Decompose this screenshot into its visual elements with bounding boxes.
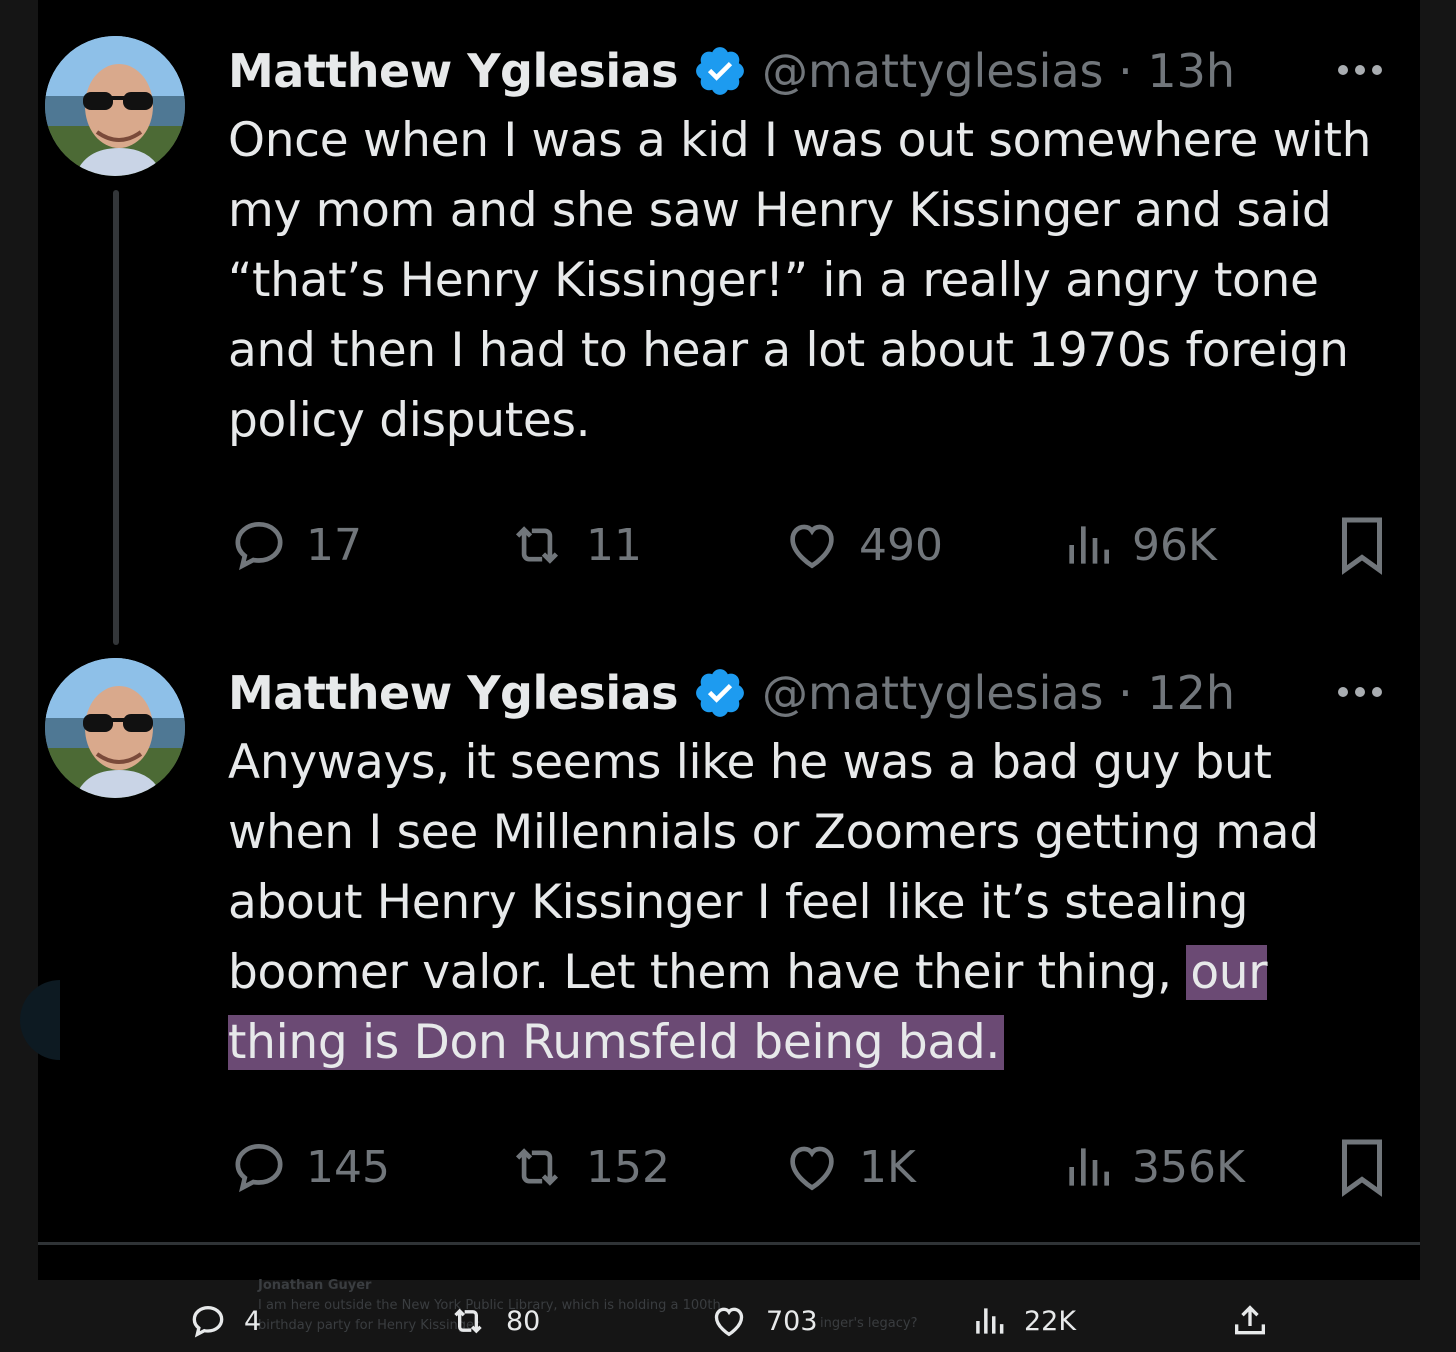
heart-icon xyxy=(790,524,834,569)
avatar-portrait-icon xyxy=(45,658,185,798)
reply-button[interactable]: 17 xyxy=(228,515,362,575)
heart-icon xyxy=(790,1146,834,1191)
verified-badge-icon xyxy=(692,665,748,721)
tweet-1-actions: 17 11 490 96K xyxy=(228,515,1398,575)
bottom-like-button[interactable]: 703 xyxy=(708,1290,818,1352)
tweet-text-plain: Anyways, it seems like he was a bad guy … xyxy=(228,735,1319,1000)
like-button[interactable]: 1K xyxy=(781,1137,916,1197)
like-button[interactable]: 490 xyxy=(781,515,943,575)
more-options-icon[interactable] xyxy=(1330,40,1390,100)
repost-count: 11 xyxy=(586,519,642,571)
bookmark-icon xyxy=(1342,517,1382,575)
reply-icon xyxy=(235,522,283,571)
repost-icon xyxy=(515,526,559,564)
reply-icon xyxy=(192,1305,224,1338)
views-button[interactable]: 96K xyxy=(1060,515,1217,575)
tweet-2[interactable]: Matthew Yglesias @mattyglesias · 12h Any… xyxy=(228,658,1398,1078)
reply-icon xyxy=(235,1144,283,1193)
bottom-reply-count: 4 xyxy=(244,1305,262,1337)
views-count: 356K xyxy=(1132,1141,1245,1193)
bottom-views-count: 22K xyxy=(1024,1305,1077,1337)
repost-icon xyxy=(515,1148,559,1186)
avatar[interactable] xyxy=(45,658,185,798)
verified-badge-icon xyxy=(692,43,748,99)
reply-count: 145 xyxy=(306,1141,390,1193)
repost-button[interactable]: 11 xyxy=(504,515,642,575)
bookmark-button[interactable] xyxy=(1336,1137,1388,1201)
background-feed-strip xyxy=(38,1245,1420,1280)
tweet-text: Once when I was a kid I was out somewher… xyxy=(228,113,1372,448)
reply-count: 17 xyxy=(306,519,362,571)
author-name[interactable]: Matthew Yglesias xyxy=(228,666,679,720)
views-count: 96K xyxy=(1132,519,1217,571)
bottom-action-bar: 4 80 703 22K xyxy=(0,1290,1456,1352)
repost-icon xyxy=(454,1308,482,1334)
like-count: 1K xyxy=(859,1141,916,1193)
avatar[interactable] xyxy=(45,36,185,176)
author-name[interactable]: Matthew Yglesias xyxy=(228,44,679,98)
bottom-views-button[interactable]: 22K xyxy=(970,1290,1076,1352)
avatar-portrait-icon xyxy=(45,36,185,176)
tweet-text: Anyways, it seems like he was a bad guy … xyxy=(228,728,1398,1078)
bottom-reply-button[interactable]: 4 xyxy=(188,1290,261,1352)
tweet-header: Matthew Yglesias @mattyglesias · 12h xyxy=(228,658,1398,728)
share-button[interactable] xyxy=(1230,1290,1286,1352)
views-chart-icon xyxy=(1069,1148,1109,1186)
handle-and-time[interactable]: @mattyglesias · 12h xyxy=(762,666,1235,720)
bottom-repost-button[interactable]: 80 xyxy=(446,1290,540,1352)
side-nav-fragment xyxy=(20,980,60,1060)
like-count: 490 xyxy=(859,519,943,571)
share-icon xyxy=(1235,1305,1265,1335)
tweet-1[interactable]: Matthew Yglesias @mattyglesias · 13h Onc… xyxy=(228,36,1398,456)
bookmark-button[interactable] xyxy=(1336,515,1388,579)
repost-button[interactable]: 152 xyxy=(504,1137,670,1197)
more-options-icon[interactable] xyxy=(1330,662,1390,722)
views-button[interactable]: 356K xyxy=(1060,1137,1245,1197)
repost-count: 152 xyxy=(586,1141,670,1193)
bottom-repost-count: 80 xyxy=(506,1305,541,1337)
views-chart-icon xyxy=(976,1308,1004,1334)
bookmark-icon xyxy=(1342,1139,1382,1197)
tweet-header: Matthew Yglesias @mattyglesias · 13h xyxy=(228,36,1398,106)
tweet-2-actions: 145 152 1K 356K xyxy=(228,1137,1398,1197)
handle-and-time[interactable]: @mattyglesias · 13h xyxy=(762,44,1235,98)
views-chart-icon xyxy=(1069,526,1109,564)
bottom-like-count: 703 xyxy=(766,1305,818,1337)
heart-icon xyxy=(714,1307,744,1337)
thread-connector-line xyxy=(113,190,119,645)
reply-button[interactable]: 145 xyxy=(228,1137,390,1197)
